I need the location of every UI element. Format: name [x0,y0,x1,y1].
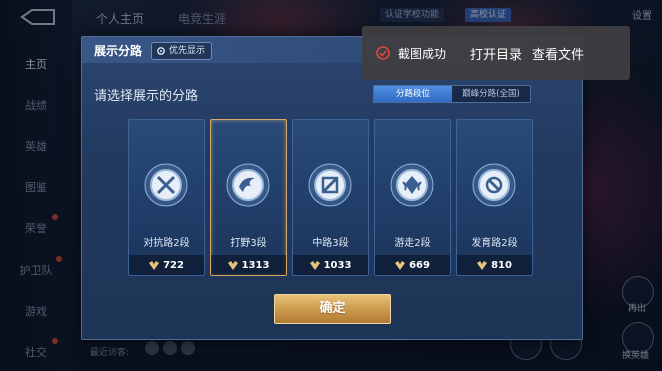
tab-lane-rank[interactable]: 分路段位 [374,86,452,102]
lane-score-row: 810 [457,255,532,275]
view-file-link[interactable]: 查看文件 [532,44,584,63]
select-lane-prompt: 请选择展示的分路 [94,89,199,104]
lane-rank-name: 打野3段 [230,238,267,249]
open-directory-link[interactable]: 打开目录 [470,44,522,63]
lane-card-roam[interactable]: 游走2段 669 [374,119,451,276]
toast-message: 截图成功 [398,46,447,61]
lane-rank-name: 中路3段 [312,238,349,249]
lane-rank-toggle: 分路段位 巅峰分路(全国) [373,85,531,103]
sword-lane-icon [144,163,188,207]
lane-score-row: 669 [375,255,450,275]
lane-score: 669 [409,259,430,271]
lane-rank-name: 发育路2段 [471,238,518,249]
lane-score-row: 1313 [211,255,286,275]
priority-display-label: 优先显示 [169,46,206,56]
lane-score: 1033 [323,259,352,271]
lane-display-dialog: 展示分路 优先显示 请选择展示的分路 分路段位 巅峰分路(全国) 对抗路2段 7… [81,36,583,340]
priority-display-button[interactable]: 优先显示 [151,42,213,60]
lane-score: 1313 [241,259,270,271]
rank-points-icon [477,260,488,270]
dialog-title: 展示分路 [94,44,143,58]
rank-points-icon [227,260,238,270]
roam-lane-icon [390,163,434,207]
rank-points-icon [395,260,406,270]
lane-card-farm[interactable]: 发育路2段 810 [456,119,533,276]
farm-lane-icon [472,163,516,207]
lane-score-row: 1033 [293,255,368,275]
check-circle-icon [376,46,390,60]
lane-card-jungle[interactable]: 打野3段 1313 [210,119,287,276]
screenshot-toast: 截图成功 打开目录 查看文件 [362,26,630,80]
lane-rank-name: 游走2段 [394,238,431,249]
lane-score-row: 722 [129,255,204,275]
lane-score: 722 [163,259,184,271]
rank-points-icon [149,260,160,270]
lane-card-mid[interactable]: 中路3段 1033 [292,119,369,276]
lane-score: 810 [491,259,512,271]
confirm-button[interactable]: 确定 [274,294,391,324]
jungle-lane-icon [226,163,270,207]
rank-points-icon [309,260,320,270]
tab-peak-lane[interactable]: 巅峰分路(全国) [452,86,530,102]
gear-icon [157,47,165,55]
lane-rank-name: 对抗路2段 [143,238,190,249]
mid-lane-icon [308,163,352,207]
lane-card-top[interactable]: 对抗路2段 722 [128,119,205,276]
